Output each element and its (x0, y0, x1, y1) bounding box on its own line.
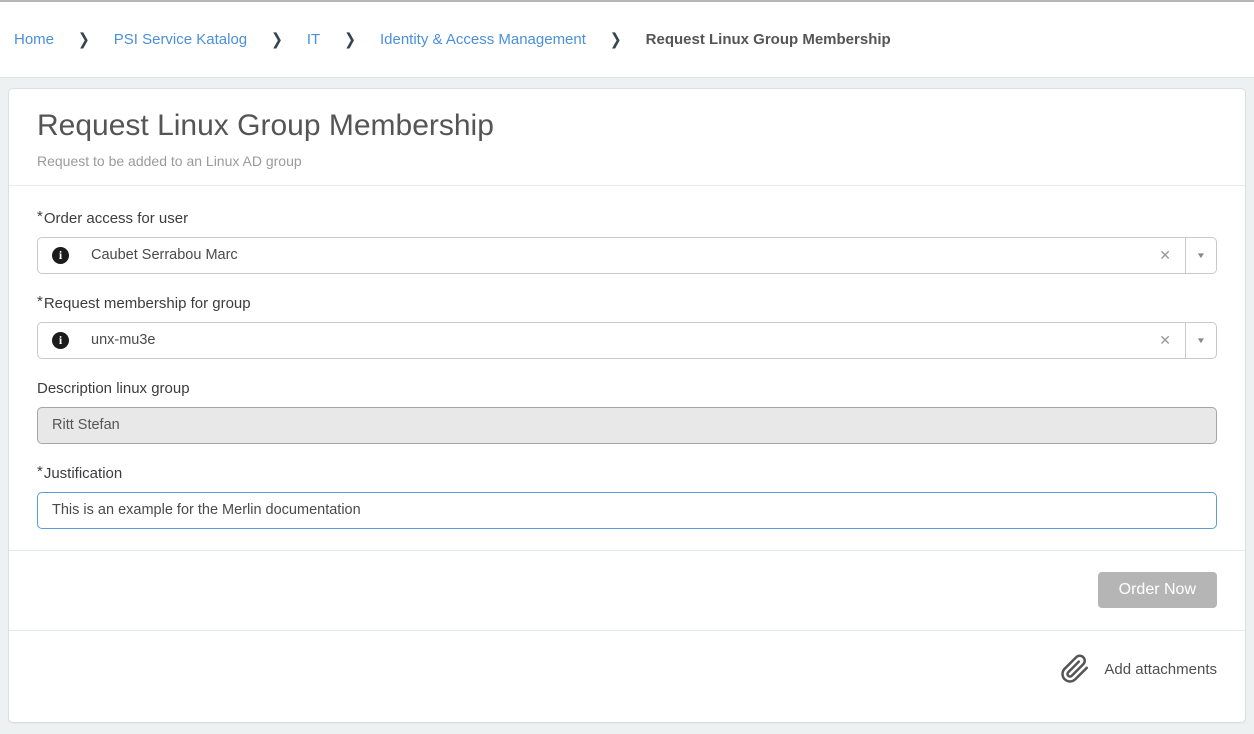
field-group-user: *Order access for user i Caubet Serrabou… (37, 210, 1217, 274)
justification-input[interactable] (37, 492, 1217, 529)
user-combobox[interactable]: i Caubet Serrabou Marc ✕ ▼ (37, 237, 1217, 274)
field-group-justification: *Justification (37, 465, 1217, 529)
group-selected-value: unx-mu3e (91, 332, 155, 348)
page-title: Request Linux Group Membership (37, 107, 1217, 145)
required-marker: * (37, 463, 43, 480)
group-combobox-value-area[interactable]: i unx-mu3e (38, 323, 1145, 358)
breadcrumb: Home ❯ PSI Service Katalog ❯ IT ❯ Identi… (0, 0, 1254, 78)
user-combobox-value-area[interactable]: i Caubet Serrabou Marc (38, 238, 1145, 273)
breadcrumb-identity-access-management[interactable]: Identity & Access Management (380, 31, 586, 48)
chevron-right-icon: ❯ (344, 30, 356, 50)
info-icon: i (52, 332, 69, 349)
order-now-button[interactable]: Order Now (1098, 572, 1217, 608)
description-input (37, 407, 1217, 444)
breadcrumb-it[interactable]: IT (307, 31, 320, 48)
justification-field-label: *Justification (37, 465, 1217, 482)
group-dropdown-button[interactable]: ▼ (1185, 323, 1216, 358)
breadcrumb-psi-service-katalog[interactable]: PSI Service Katalog (114, 31, 247, 48)
description-field-label-text: Description linux group (37, 380, 190, 397)
group-clear-icon[interactable]: ✕ (1145, 323, 1185, 358)
add-attachments-label: Add attachments (1104, 661, 1217, 678)
request-form-card: Request Linux Group Membership Request t… (8, 88, 1246, 723)
required-marker: * (37, 293, 43, 310)
justification-field-label-text: Justification (44, 465, 122, 482)
description-field-label: Description linux group (37, 380, 1217, 397)
group-field-label-text: Request membership for group (44, 295, 251, 312)
paperclip-icon (1060, 654, 1090, 684)
page-subtitle: Request to be added to an Linux AD group (37, 153, 1217, 169)
actions-row: Order Now (9, 550, 1245, 630)
user-selected-value: Caubet Serrabou Marc (91, 247, 238, 263)
field-group-group: *Request membership for group i unx-mu3e… (37, 295, 1217, 359)
form-body: *Order access for user i Caubet Serrabou… (9, 186, 1245, 550)
breadcrumb-home[interactable]: Home (14, 31, 54, 48)
group-field-label: *Request membership for group (37, 295, 1217, 312)
group-combobox[interactable]: i unx-mu3e ✕ ▼ (37, 322, 1217, 359)
user-clear-icon[interactable]: ✕ (1145, 238, 1185, 273)
required-marker: * (37, 208, 43, 225)
chevron-down-icon: ▼ (1196, 336, 1206, 345)
form-header: Request Linux Group Membership Request t… (9, 89, 1245, 186)
field-group-description: Description linux group (37, 380, 1217, 444)
breadcrumb-current-page: Request Linux Group Membership (646, 31, 891, 48)
chevron-down-icon: ▼ (1196, 251, 1206, 260)
info-icon: i (52, 247, 69, 264)
user-dropdown-button[interactable]: ▼ (1185, 238, 1216, 273)
chevron-right-icon: ❯ (78, 30, 90, 50)
attachments-row: Add attachments (9, 630, 1245, 723)
user-field-label: *Order access for user (37, 210, 1217, 227)
chevron-right-icon: ❯ (271, 30, 283, 50)
user-field-label-text: Order access for user (44, 210, 188, 227)
add-attachments-button[interactable]: Add attachments (1060, 654, 1217, 684)
chevron-right-icon: ❯ (610, 30, 622, 50)
